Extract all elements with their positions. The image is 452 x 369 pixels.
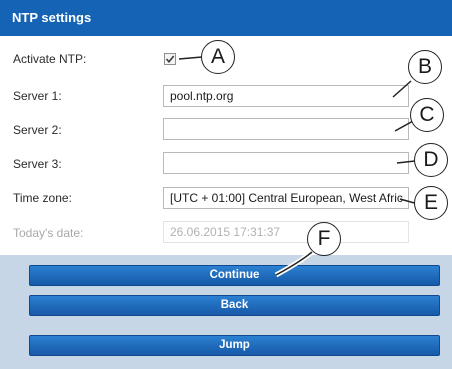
callout-a: A xyxy=(201,40,235,74)
callout-d: D xyxy=(414,143,448,177)
callout-c: C xyxy=(410,98,444,132)
callout-f: F xyxy=(307,222,341,256)
callout-e: E xyxy=(414,186,448,220)
callout-b: B xyxy=(408,50,442,84)
